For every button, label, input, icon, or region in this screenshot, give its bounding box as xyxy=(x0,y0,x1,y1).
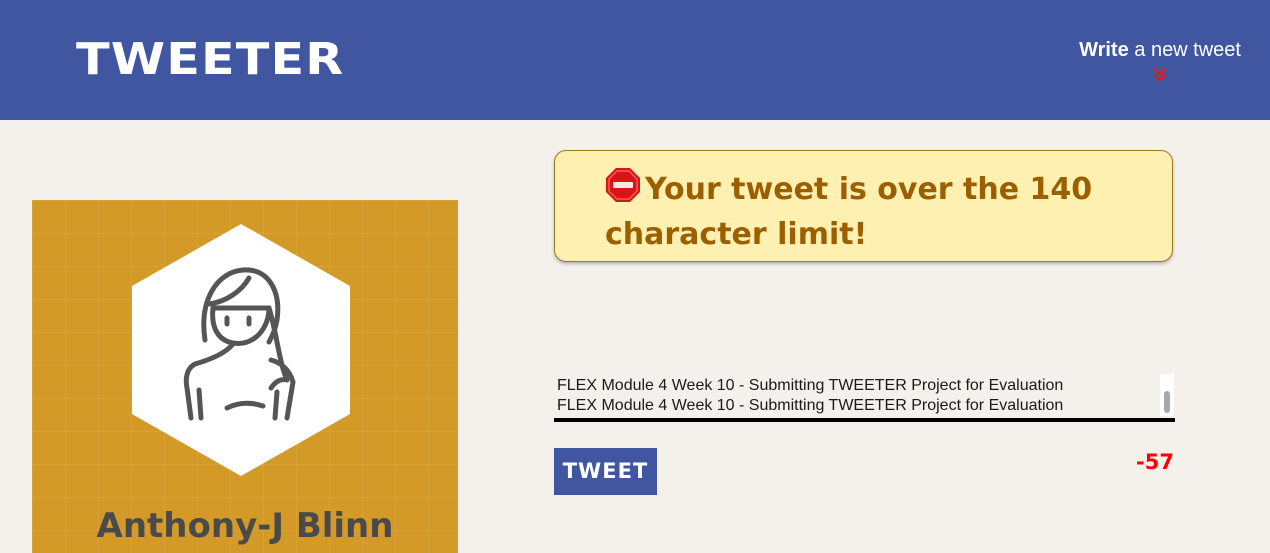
tweet-textarea-content: FLEX Module 4 Week 10 - Submitting TWEET… xyxy=(557,360,1157,416)
write-new-tweet-link[interactable]: Write a new tweet xyxy=(1079,38,1241,88)
tweet-button[interactable]: TWEET xyxy=(554,448,657,495)
scrollbar-thumb[interactable] xyxy=(1164,391,1170,413)
double-chevron-down-icon[interactable] xyxy=(1079,64,1241,88)
write-label: Write a new tweet xyxy=(1079,39,1241,61)
person-avatar-hexagon-icon xyxy=(129,222,353,478)
stop-sign-icon xyxy=(605,167,641,214)
error-message: Your tweet is over the 140 character lim… xyxy=(605,167,1125,255)
write-rest-label: a new tweet xyxy=(1128,39,1241,61)
tweet-textarea[interactable]: FLEX Module 4 Week 10 - Submitting TWEET… xyxy=(554,360,1175,422)
write-bold-label: Write xyxy=(1079,39,1129,61)
tweet-line: FLEX Module 4 Week 10 - Submitting TWEET… xyxy=(557,360,1157,376)
error-message-text: Your tweet is over the 140 character lim… xyxy=(605,172,1093,252)
profile-name: Anthony-J Blinn xyxy=(96,506,394,546)
character-counter: -57 xyxy=(1136,450,1174,474)
tweet-line: FLEX Module 4 Week 10 - Submitting TWEET… xyxy=(557,397,1064,414)
profile-card: Anthony-J Blinn xyxy=(32,200,458,553)
tweet-line: FLEX Module 4 Week 10 - Submitting TWEET… xyxy=(557,377,1064,394)
error-message-box: Your tweet is over the 140 character lim… xyxy=(554,150,1173,262)
navbar: TWEETER Write a new tweet xyxy=(0,0,1270,120)
tweet-textarea-scrollbar[interactable] xyxy=(1160,374,1174,416)
app-logo[interactable]: TWEETER xyxy=(76,34,344,86)
